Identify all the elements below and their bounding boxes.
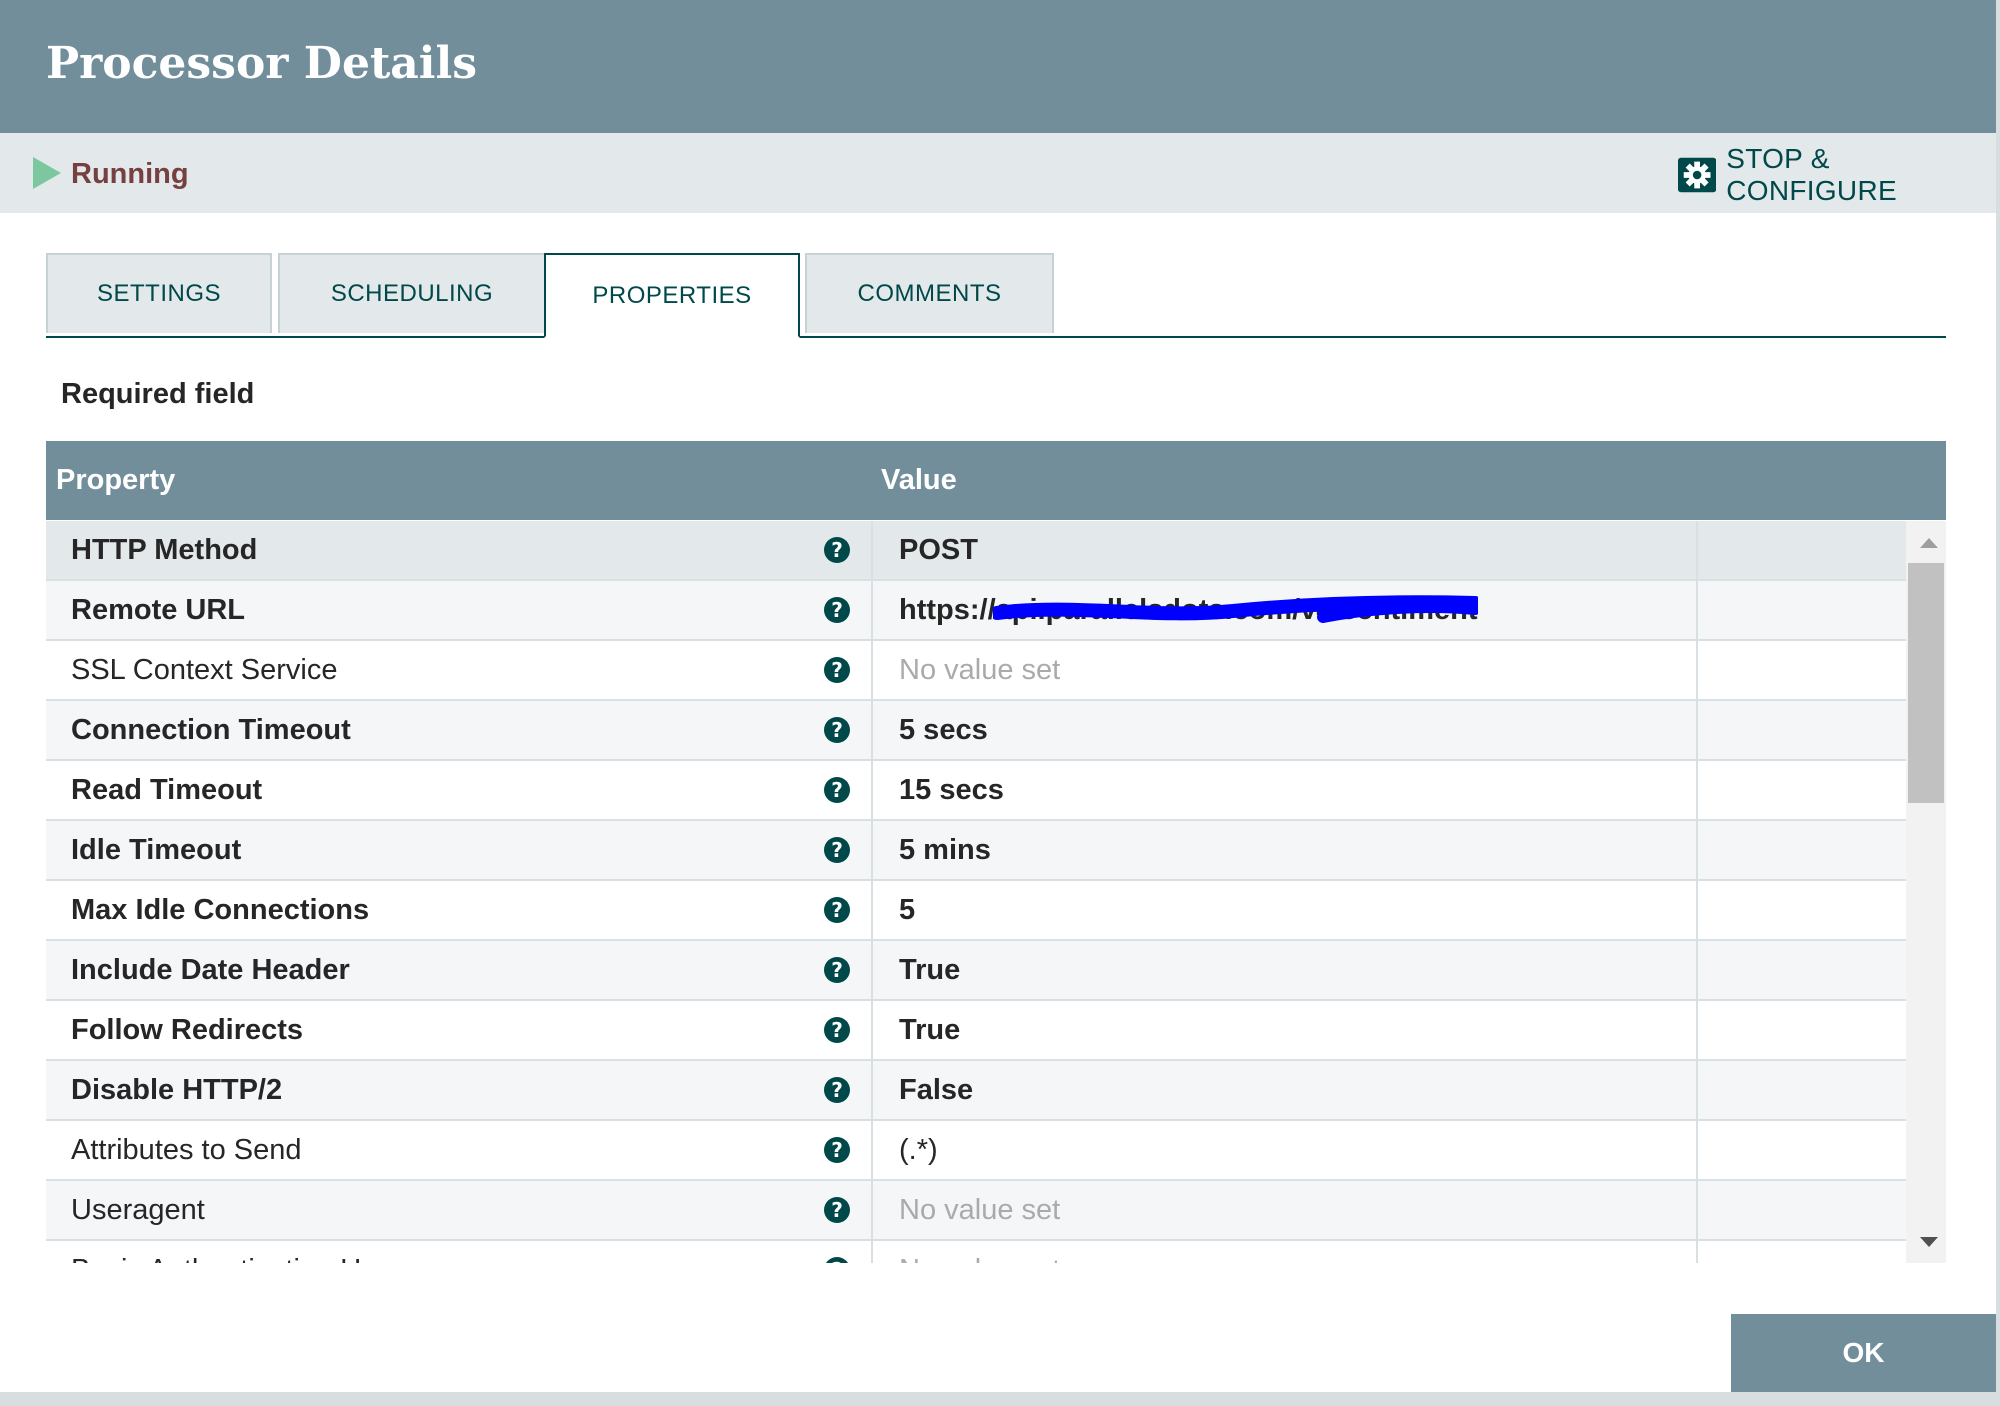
table-row[interactable]: Read Timeout ? 15 secs	[46, 761, 1906, 821]
property-name: SSL Context Service	[71, 654, 338, 686]
property-name: Disable HTTP/2	[71, 1074, 283, 1106]
help-icon[interactable]: ?	[824, 597, 850, 623]
dialog-header: Processor Details	[0, 0, 1996, 133]
property-name: Basic Authentication Username	[71, 1241, 474, 1263]
property-value[interactable]: No value set	[899, 641, 1060, 699]
properties-table-header: Property Value	[46, 441, 1946, 520]
table-row[interactable]: Remote URL ? https://api.parallelsdots.c…	[46, 581, 1906, 641]
property-value[interactable]: No value set	[899, 1241, 1060, 1263]
help-icon[interactable]: ?	[824, 1077, 850, 1103]
property-name: Attributes to Send	[71, 1134, 302, 1166]
column-header-property[interactable]: Property	[56, 441, 175, 520]
property-name: Connection Timeout	[71, 714, 351, 746]
tab-settings[interactable]: SETTINGS	[46, 253, 272, 333]
property-name: Remote URL	[71, 594, 246, 626]
property-value[interactable]: 15 secs	[899, 761, 1004, 819]
scroll-down-arrow-icon[interactable]	[1920, 1237, 1938, 1247]
tab-comments[interactable]: COMMENTS	[805, 253, 1054, 333]
property-name: Max Idle Connections	[71, 894, 370, 926]
help-icon[interactable]: ?	[824, 1197, 850, 1223]
help-icon[interactable]: ?	[824, 897, 850, 923]
stop-and-configure-label: STOP & CONFIGURE	[1726, 143, 1897, 206]
property-value[interactable]: No value set	[899, 1181, 1060, 1239]
table-row[interactable]: Max Idle Connections ? 5	[46, 881, 1906, 941]
dialog-title: Processor Details	[46, 38, 477, 89]
table-row[interactable]: SSL Context Service ? No value set	[46, 641, 1906, 701]
help-icon[interactable]: ?	[824, 537, 850, 563]
background-strip	[0, 1392, 2000, 1406]
table-row[interactable]: Include Date Header ? True	[46, 941, 1906, 1001]
table-row[interactable]: Connection Timeout ? 5 secs	[46, 701, 1906, 761]
tab-properties[interactable]: PROPERTIES	[544, 253, 800, 338]
scroll-up-arrow-icon[interactable]	[1920, 538, 1938, 548]
required-field-legend: Required field	[61, 378, 255, 410]
scrollbar-thumb[interactable]	[1908, 563, 1944, 803]
property-name: HTTP Method	[71, 534, 258, 566]
property-value[interactable]: 5 secs	[899, 701, 988, 759]
properties-table-body: HTTP Method ? POST Remote URL ? https://…	[46, 521, 1906, 1263]
help-icon[interactable]: ?	[824, 837, 850, 863]
ok-button[interactable]: OK	[1731, 1314, 1996, 1392]
help-icon[interactable]: ?	[824, 1257, 850, 1263]
property-value[interactable]: False	[899, 1061, 973, 1119]
help-icon[interactable]: ?	[824, 957, 850, 983]
gear-icon	[1678, 157, 1717, 193]
property-name: Include Date Header	[71, 954, 350, 986]
table-row[interactable]: Idle Timeout ? 5 mins	[46, 821, 1906, 881]
run-status-text: Running	[71, 158, 189, 190]
table-row[interactable]: Follow Redirects ? True	[46, 1001, 1906, 1061]
table-row[interactable]: Useragent ? No value set	[46, 1181, 1906, 1241]
property-name: Follow Redirects	[71, 1014, 304, 1046]
property-value[interactable]: (.*)	[899, 1121, 938, 1179]
table-row[interactable]: Attributes to Send ? (.*)	[46, 1121, 1906, 1181]
help-icon[interactable]: ?	[824, 1137, 850, 1163]
property-name: Read Timeout	[71, 774, 263, 806]
property-name: Useragent	[71, 1194, 205, 1226]
help-icon[interactable]: ?	[824, 717, 850, 743]
property-value[interactable]: True	[899, 1001, 960, 1059]
help-icon[interactable]: ?	[824, 1017, 850, 1043]
column-header-value[interactable]: Value	[881, 441, 957, 520]
tab-bar: SETTINGS SCHEDULING PROPERTIES COMMENTS	[46, 253, 1946, 338]
stop-and-configure-button[interactable]: STOP & CONFIGURE	[1678, 143, 1996, 206]
property-value[interactable]: True	[899, 941, 960, 999]
table-row[interactable]: Disable HTTP/2 ? False	[46, 1061, 1906, 1121]
tab-scheduling[interactable]: SCHEDULING	[278, 253, 546, 333]
help-icon[interactable]: ?	[824, 777, 850, 803]
property-value[interactable]: POST	[899, 521, 978, 579]
redaction-scribble	[993, 595, 1478, 623]
property-value[interactable]: 5 mins	[899, 821, 991, 879]
running-play-icon	[33, 157, 61, 189]
property-value[interactable]: 5	[899, 881, 915, 939]
help-icon[interactable]: ?	[824, 657, 850, 683]
table-row[interactable]: HTTP Method ? POST	[46, 521, 1906, 581]
property-name: Idle Timeout	[71, 834, 242, 866]
processor-details-dialog: Processor Details Running STOP & CONFIGU…	[0, 0, 2000, 1392]
table-row[interactable]: Basic Authentication Username ? No value…	[46, 1241, 1906, 1263]
